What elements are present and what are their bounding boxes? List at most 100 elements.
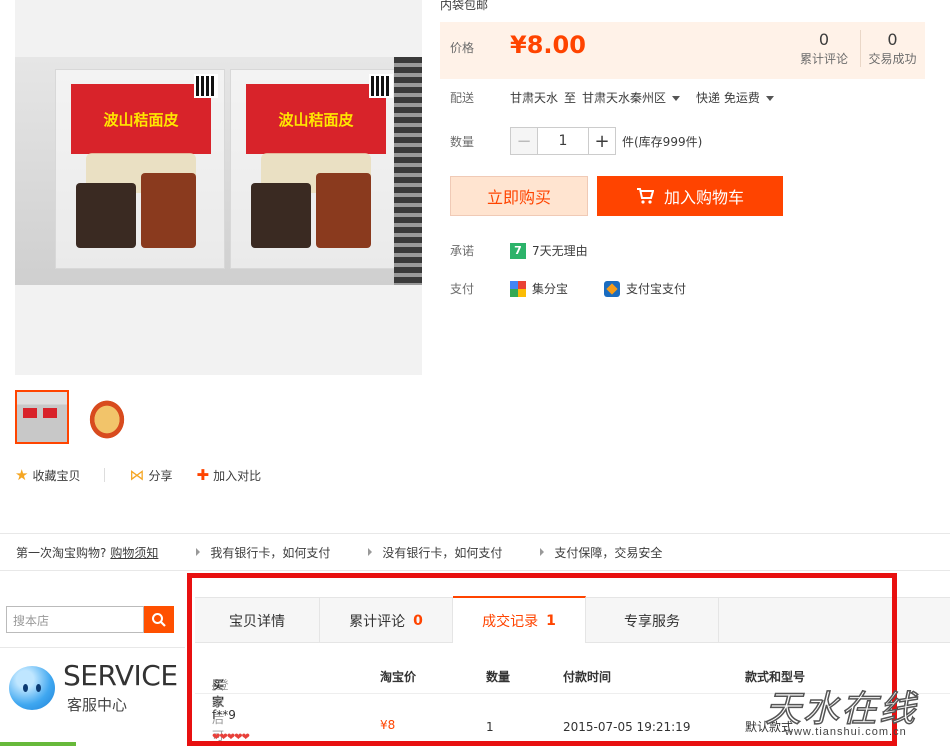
quantity-stepper: − 1 + [510, 127, 616, 155]
row-qty: 1 [486, 720, 494, 734]
sales-label: 交易成功 [868, 52, 917, 66]
watermark-cn: 天水在线 [764, 688, 918, 731]
shelf-rack [394, 57, 422, 285]
main-product-image[interactable]: 波山秸面皮 波山秸面皮 [15, 0, 422, 375]
plus-icon: ✚ [196, 466, 210, 484]
reviews-stat[interactable]: 0 累计评论 [796, 30, 852, 67]
quantity-input[interactable]: 1 [538, 127, 588, 155]
tab-count: 0 [413, 612, 423, 629]
buyer-level-hearts-icon: ❤❤❤❤❤ [212, 732, 250, 743]
quantity-label: 数量 [450, 134, 475, 149]
tab-label: 专享服务 [624, 613, 680, 630]
quantity-plus-button[interactable]: + [588, 127, 616, 155]
divider [104, 468, 106, 482]
delivery-to-select[interactable]: 甘肃天水秦州区 [582, 89, 681, 106]
thumbnail-image [82, 392, 132, 442]
sauce-pack [251, 183, 311, 248]
thumbnail-2[interactable] [80, 390, 134, 444]
shop-search-input[interactable]: 搜本店 [6, 606, 144, 633]
col-qty: 数量 [486, 670, 511, 684]
tab-item-details[interactable]: 宝贝详情 [195, 598, 320, 643]
quantity-row: 数量 − 1 + 件(库存999件) [450, 127, 702, 155]
row-price: ¥8 [380, 718, 396, 732]
share-button[interactable]: ⋈ 分享 [129, 466, 172, 484]
search-icon [152, 612, 166, 627]
col-time: 付款时间 [563, 670, 612, 684]
stock-text: 件(库存999件) [622, 134, 703, 149]
favorite-button[interactable]: ★ 收藏宝贝 [15, 466, 80, 484]
share-icon: ⋈ [129, 466, 145, 484]
tab-transaction-records[interactable]: 成交记录 1 [453, 596, 586, 643]
detail-tabs: 宝贝详情 累计评论 0 成交记录 1 专享服务 [195, 596, 950, 643]
service-title-cn: 客服中心 [67, 696, 128, 714]
add-to-cart-button[interactable]: 加入购物车 [597, 176, 783, 216]
delivery-from: 甘肃天水 [510, 91, 559, 105]
thumbnail-1[interactable] [15, 390, 69, 444]
tab-label: 累计评论 [349, 613, 406, 630]
product-bag-left: 波山秸面皮 [55, 69, 225, 269]
thumbnail-image [17, 392, 67, 442]
tab-exclusive-services[interactable]: 专享服务 [586, 598, 719, 643]
seven-day-badge-icon: 7 [510, 242, 526, 259]
triangle-icon [368, 548, 373, 556]
col-price: 淘宝价 [380, 670, 417, 684]
price-panel: 价格 ¥8.00 0 累计评论 0 交易成功 [440, 22, 925, 79]
payment-row: 支付 集分宝 支付宝支付 [450, 280, 686, 297]
watermark-url: www.tianshui.com.cn [785, 726, 907, 738]
bag-label: 波山秸面皮 [246, 84, 386, 154]
delivery-to-word: 至 [564, 91, 577, 105]
seven-day-return-link[interactable]: 7天无理由 [532, 242, 588, 259]
shop-search-button[interactable] [144, 606, 174, 633]
alipay-icon [604, 280, 621, 297]
sales-count: 0 [887, 30, 898, 49]
add-to-cart-label: 加入购物车 [663, 188, 744, 207]
delivery-method: 快递 免运费 [696, 91, 760, 105]
delivery-row: 配送 甘肃天水 至 甘肃天水秦州区 快递 免运费 [450, 89, 774, 106]
quantity-minus-button[interactable]: − [510, 127, 538, 155]
first-time-text: 第一次淘宝购物? [16, 545, 107, 560]
qr-code-icon [194, 74, 218, 98]
cart-icon [636, 188, 654, 204]
tip-2-label: 没有银行卡，如何支付 [382, 545, 503, 560]
share-label: 分享 [148, 468, 173, 483]
tab-reviews[interactable]: 累计评论 0 [320, 598, 453, 643]
tip-link-1[interactable]: 我有银行卡，如何支付 [196, 544, 330, 561]
product-photo: 波山秸面皮 波山秸面皮 [15, 57, 422, 285]
sidebar-green-strip [0, 742, 76, 746]
item-actions: ★ 收藏宝贝 ⋈ 分享 ✚ 加入对比 [15, 466, 261, 484]
tab-label: 成交记录 [482, 613, 539, 630]
shopping-guide-link[interactable]: 购物须知 [110, 544, 158, 561]
chevron-down-icon [672, 96, 681, 101]
sales-stat[interactable]: 0 交易成功 [860, 30, 924, 67]
sauce-pack [76, 183, 136, 248]
top-clipped-text: 内袋包邮 [440, 0, 489, 12]
bag-label: 波山秸面皮 [71, 84, 211, 154]
row-time: 2015-07-05 19:21:19 [563, 720, 691, 734]
triangle-icon [540, 548, 545, 556]
tip-link-3[interactable]: 支付保障，交易安全 [540, 544, 662, 561]
tab-count: 1 [546, 612, 556, 629]
promise-label: 承诺 [450, 244, 475, 258]
product-bag-right: 波山秸面皮 [230, 69, 400, 269]
price-label: 价格 [450, 41, 475, 55]
chevron-down-icon [765, 96, 774, 101]
customer-service-panel[interactable]: SERVICE 客服中心 [0, 647, 185, 730]
compare-button[interactable]: ✚ 加入对比 [196, 466, 261, 484]
tab-label: 宝贝详情 [229, 613, 285, 630]
tip-link-2[interactable]: 没有银行卡，如何支付 [368, 544, 502, 561]
reviews-label: 累计评论 [799, 52, 848, 66]
delivery-label: 配送 [450, 91, 475, 105]
delivery-to: 甘肃天水秦州区 [582, 91, 667, 105]
site-watermark: 天水在线 www.tianshui.com.cn [764, 680, 950, 746]
chili-pack [316, 173, 371, 248]
payment-method-alipay[interactable]: 支付宝支付 [626, 280, 686, 297]
promise-row: 承诺 7 7天无理由 [450, 242, 588, 259]
qr-code-icon [369, 74, 393, 98]
tip-1-label: 我有银行卡，如何支付 [210, 545, 331, 560]
payment-method-jifenbao[interactable]: 集分宝 [532, 280, 568, 297]
compare-label: 加入对比 [213, 468, 262, 483]
buy-now-button[interactable]: 立即购买 [450, 176, 588, 216]
service-title-en: SERVICE [63, 659, 178, 692]
delivery-method-select[interactable]: 快递 免运费 [696, 89, 774, 106]
triangle-icon [196, 548, 201, 556]
